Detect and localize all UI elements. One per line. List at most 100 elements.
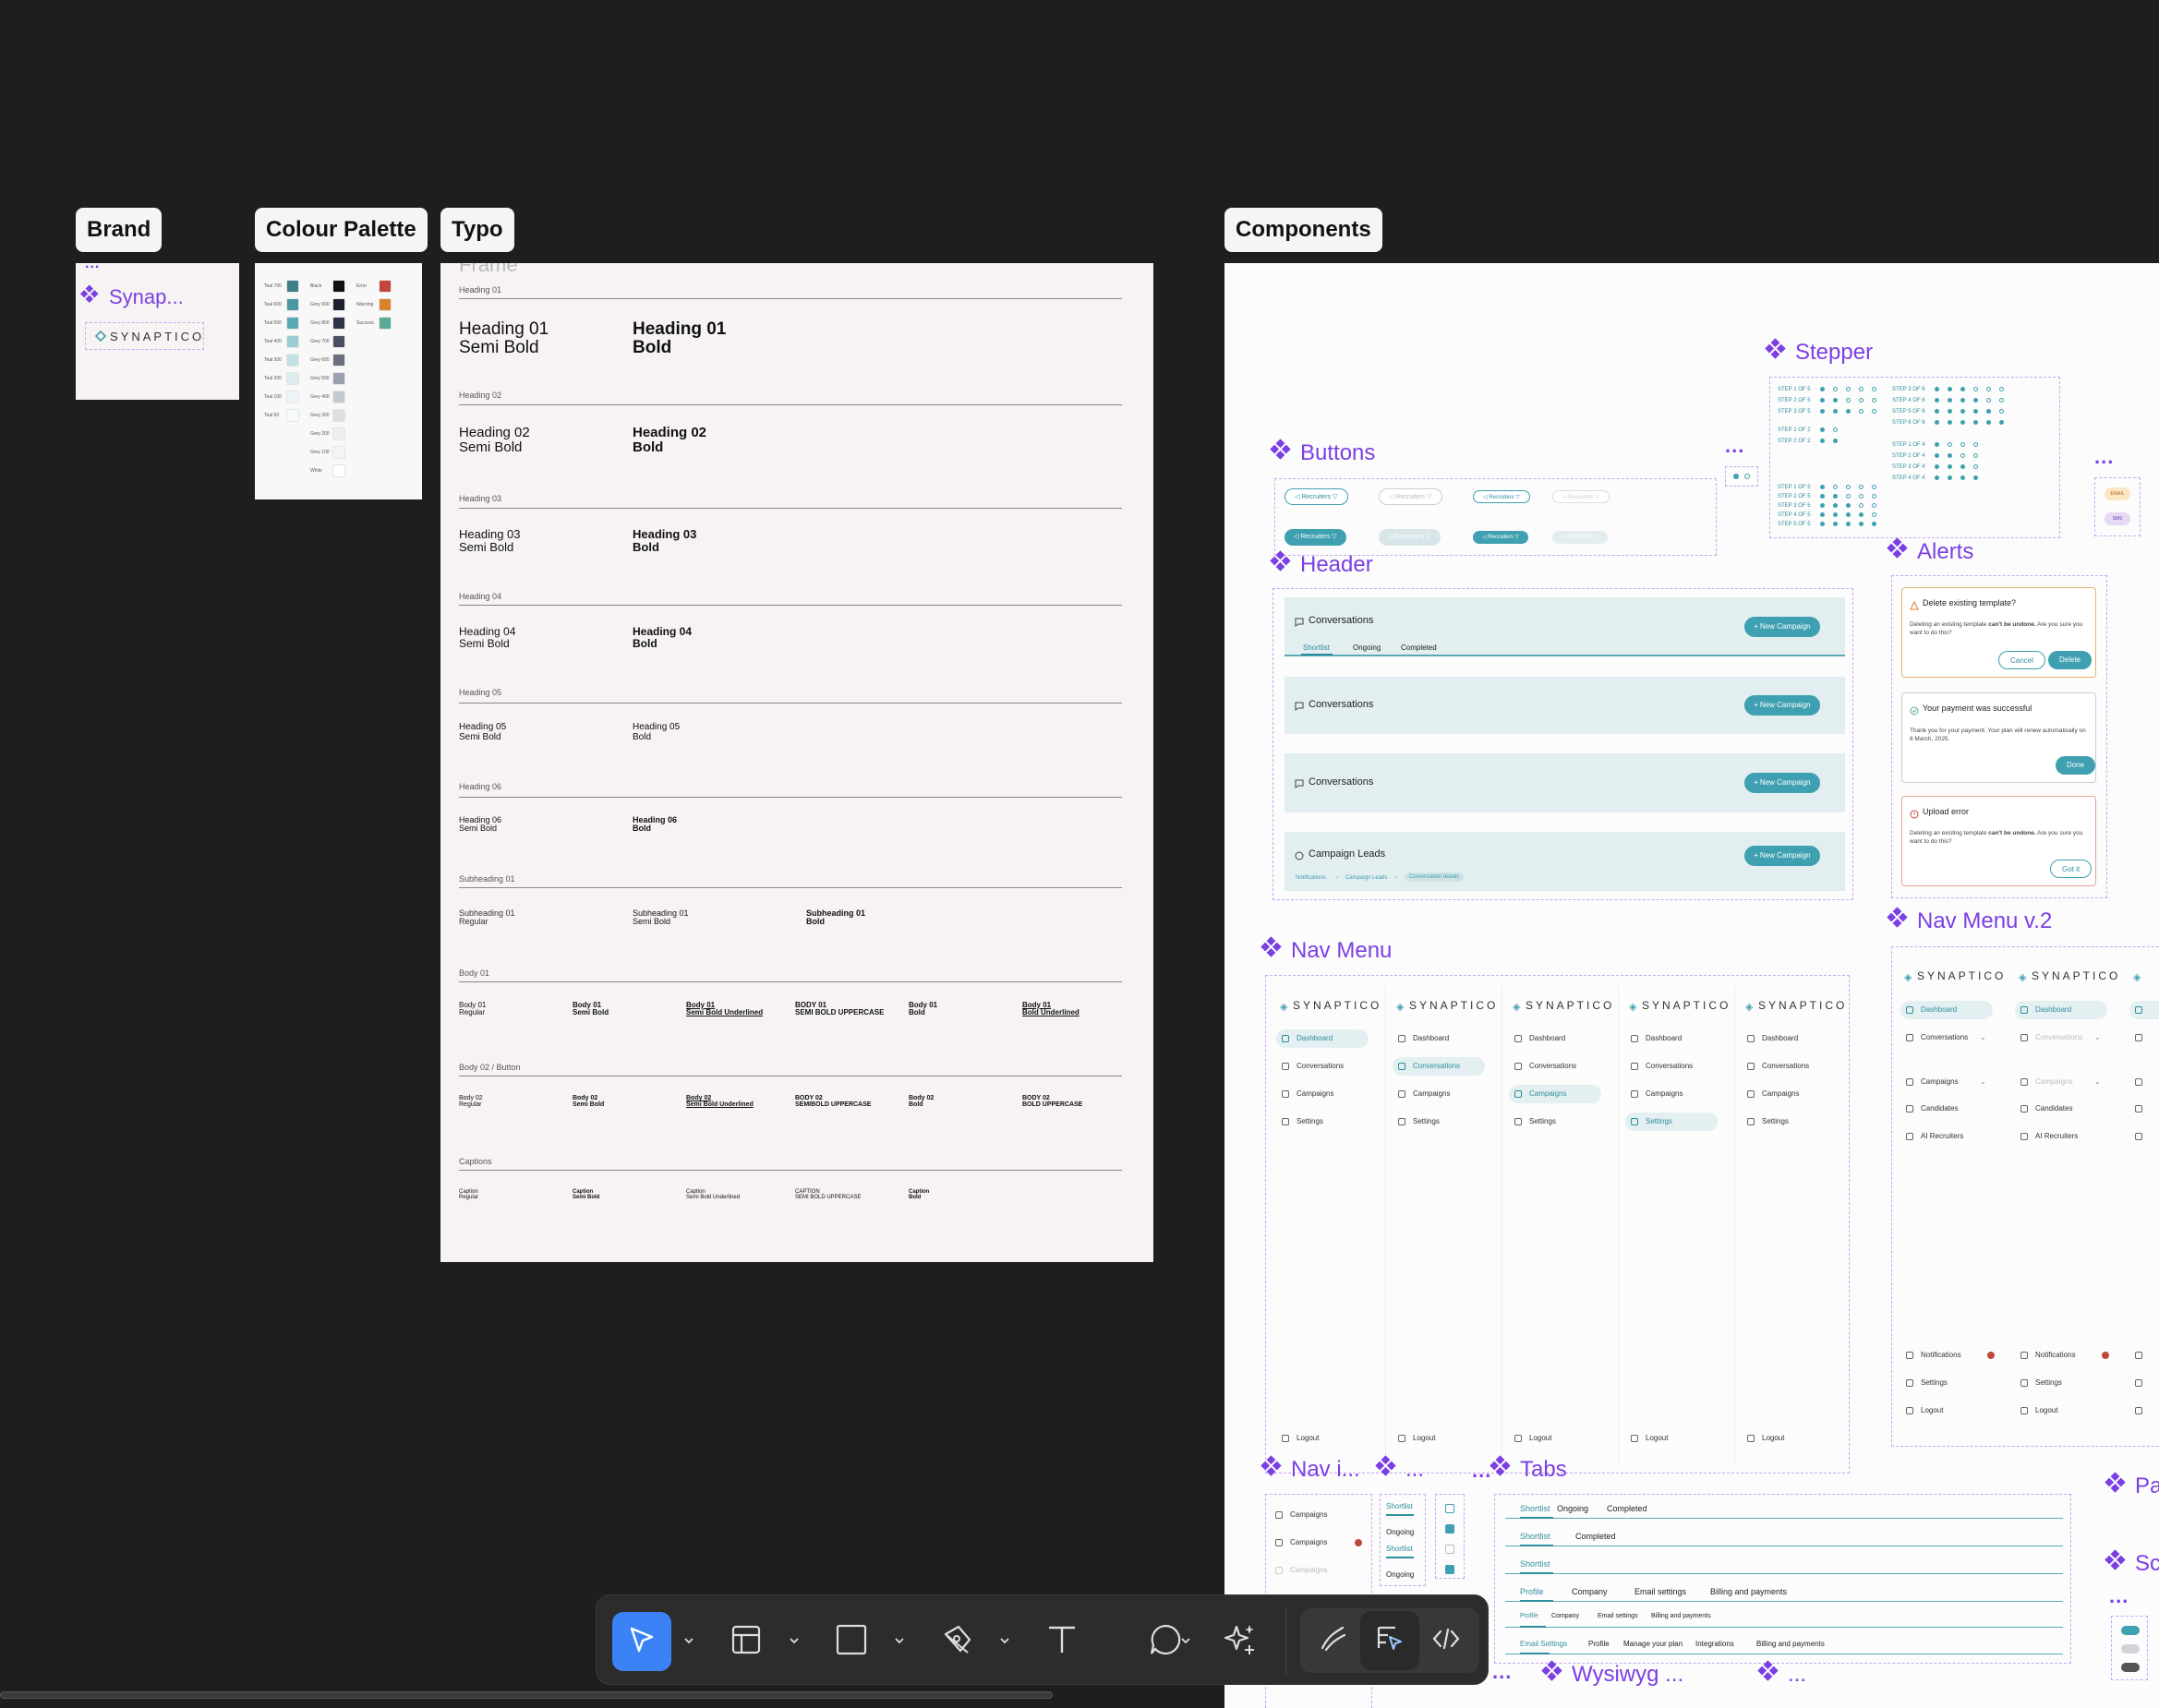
colour-swatch[interactable]	[286, 317, 299, 330]
nav-item-logout[interactable]: Logout	[2015, 1401, 2107, 1420]
nav-item-campaigns[interactable]: Campaigns	[1393, 1085, 1485, 1103]
done-button[interactable]: Done	[2056, 756, 2096, 775]
chevron-down-icon[interactable]	[1179, 1634, 1192, 1647]
nav-item-conversations[interactable]: Conversations	[1509, 1057, 1601, 1076]
nav-item-campaigns[interactable]: Campaigns	[1625, 1085, 1718, 1103]
nav-item-conversations[interactable]: Conversations	[1625, 1057, 1718, 1076]
recruiters-button-outline-small[interactable]: ◁ Recruiters ▽	[1473, 490, 1530, 503]
checkbox-unchecked[interactable]	[1445, 1504, 1454, 1513]
colour-swatch[interactable]	[286, 335, 299, 348]
nav-item-conversations[interactable]: Conversations ⌄	[2015, 1028, 2107, 1047]
colour-swatch[interactable]	[332, 354, 345, 367]
tab-completed[interactable]: Completed	[1401, 644, 1437, 652]
stepper-title[interactable]: Stepper	[1765, 338, 1873, 366]
nav-menu-v2-box[interactable]	[1891, 946, 2159, 1447]
recruiters-button-filled-disabled[interactable]: ◁ Recruiters ▽	[1379, 529, 1441, 546]
nav-item-settings[interactable]: Settings	[1742, 1113, 1834, 1131]
nav-item-conversations[interactable]: Conversations	[1393, 1057, 1485, 1076]
tab-profile[interactable]: Profile	[1588, 1640, 1610, 1648]
nav-item-logout[interactable]: Logout	[1393, 1429, 1485, 1448]
got-it-button[interactable]: Got it	[2050, 860, 2093, 878]
delete-button[interactable]: Delete	[2048, 651, 2093, 669]
colour-swatch[interactable]	[379, 317, 392, 330]
header-title[interactable]: Header	[1270, 550, 1373, 578]
nav-item-dashboard[interactable]: Dashboard	[1742, 1029, 1834, 1048]
new-campaign-button[interactable]: + New Campaign	[1744, 773, 1820, 793]
nav-menu-v2-title[interactable]: Nav Menu v.2	[1887, 907, 2052, 934]
typo-frame[interactable]: Frame Heading 01 Heading 01 Semi Bold He…	[440, 263, 1153, 1262]
nav-item-logout[interactable]: Logout	[1509, 1429, 1601, 1448]
buttons-component-box[interactable]: ◁ Recruiters ▽ ◁ Recruiters ▽ ◁ Recruite…	[1274, 478, 1717, 556]
tab-profile[interactable]: Profile	[1520, 1587, 1544, 1596]
nav-item-dashboard[interactable]	[2129, 1001, 2159, 1019]
new-campaign-button[interactable]: + New Campaign	[1744, 617, 1820, 637]
chevron-down-icon[interactable]	[788, 1634, 801, 1647]
cancel-button[interactable]: Cancel	[1998, 651, 2045, 669]
nav-item-campaigns-disabled[interactable]: Campaigns	[1270, 1561, 1362, 1580]
tab-manage-your-plan[interactable]: Manage your plan	[1623, 1640, 1683, 1648]
nav-item-settings[interactable]: Settings	[1625, 1113, 1718, 1131]
nav-item-ai-recruiters[interactable]: AI Recruiters	[2015, 1127, 2107, 1146]
nav-item-notifications[interactable]	[2129, 1346, 2159, 1365]
recruiters-button-filled-small[interactable]: ◁ Recruiters ▽	[1473, 531, 1528, 544]
nav-item-candidates[interactable]: Candidates	[2015, 1100, 2107, 1118]
nav-item-notifications[interactable]: Notifications	[2015, 1346, 2109, 1365]
nav-item-settings[interactable]: Settings	[2015, 1374, 2107, 1392]
checkbox-checked[interactable]	[1445, 1524, 1454, 1534]
nav-item-dashboard[interactable]: Dashboard	[2015, 1001, 2107, 1019]
nav-item-settings[interactable]: Settings	[1276, 1113, 1369, 1131]
chevron-down-icon[interactable]	[998, 1634, 1011, 1647]
tab-company[interactable]: Company	[1551, 1613, 1579, 1619]
colour-swatch[interactable]	[332, 464, 345, 477]
checkbox-disabled[interactable]	[1445, 1545, 1454, 1554]
tab-shortlist[interactable]: Shortlist	[1520, 1559, 1550, 1569]
alerts-title[interactable]: Alerts	[1887, 537, 1973, 565]
recruiters-button-filled-small-disabled[interactable]: ◁ Recruiters ▽	[1552, 531, 1608, 544]
nav-menu-component-box[interactable]	[1265, 975, 1850, 1473]
wysiwyg-title[interactable]: Wysiwyg ...	[1541, 1660, 1683, 1688]
colour-swatch[interactable]	[286, 391, 299, 403]
colour-swatch[interactable]	[332, 280, 345, 293]
colour-swatch[interactable]	[332, 391, 345, 403]
tabs-component-box[interactable]	[1494, 1494, 2071, 1664]
new-campaign-button[interactable]: + New Campaign	[1744, 846, 1820, 866]
nav-item-logout[interactable]: Logout	[1625, 1429, 1718, 1448]
tab-shortlist[interactable]: Shortlist	[1520, 1532, 1550, 1541]
nav-item-campaigns[interactable]: Campaigns	[1270, 1506, 1362, 1524]
tab-email-settings[interactable]: Email settings	[1634, 1587, 1686, 1596]
frame-label-typo[interactable]: Typo	[440, 208, 514, 252]
nav-item-ai-recruiters[interactable]: AI Recruiters	[1900, 1127, 1993, 1146]
tab-ongoing[interactable]: Ongoing	[1386, 1528, 1414, 1536]
nav-item-settings[interactable]	[2129, 1374, 2159, 1392]
nav-item-logout[interactable]: Logout	[1900, 1401, 1993, 1420]
nav-item-dashboard[interactable]: Dashboard	[1900, 1001, 1993, 1019]
pa-title[interactable]: Pa	[2105, 1472, 2159, 1499]
colour-swatch[interactable]	[286, 298, 299, 311]
nav-item-conversations[interactable]: Conversations	[1742, 1057, 1834, 1076]
rectangle-tool-button[interactable]	[822, 1612, 881, 1671]
nav-item-title[interactable]: Nav i...	[1260, 1455, 1360, 1483]
brand-frame[interactable]: ... Synap... SYNAPTICO	[76, 263, 239, 400]
nav-item-dashboard[interactable]: Dashboard	[1393, 1029, 1485, 1048]
nav-item-dashboard[interactable]: Dashboard	[1276, 1029, 1369, 1048]
breadcrumb-item[interactable]: Campaign Leads	[1345, 875, 1387, 881]
chevron-down-icon[interactable]	[682, 1634, 695, 1647]
colour-swatch[interactable]	[286, 354, 299, 367]
horizontal-scrollbar[interactable]	[0, 1691, 1053, 1699]
tab-email-settings[interactable]: Email settings	[1598, 1613, 1638, 1619]
sc-title[interactable]: Sc	[2105, 1549, 2159, 1577]
colour-swatch[interactable]	[332, 317, 345, 330]
colour-swatch[interactable]	[286, 372, 299, 385]
tab-billing-and-payments[interactable]: Billing and payments	[1651, 1613, 1711, 1619]
tab-shortlist[interactable]: Shortlist	[1520, 1504, 1550, 1513]
recruiters-button-outline-disabled[interactable]: ◁ Recruiters ▽	[1379, 488, 1442, 505]
nav-item-campaigns-notified[interactable]: Campaigns	[1270, 1534, 1362, 1552]
alert-delete-template[interactable]: Delete existing template? Deleting an ex…	[1901, 587, 2096, 678]
tab-integrations[interactable]: Integrations	[1695, 1640, 1734, 1648]
draw-mode-button[interactable]	[1304, 1611, 1363, 1670]
nav-item-conversations[interactable]	[2129, 1028, 2159, 1047]
checkbox-component-box[interactable]	[1435, 1494, 1465, 1579]
text-tool-button[interactable]	[1032, 1612, 1092, 1671]
toggle-off[interactable]	[2121, 1644, 2140, 1654]
nav-item-logout[interactable]	[2129, 1401, 2159, 1420]
